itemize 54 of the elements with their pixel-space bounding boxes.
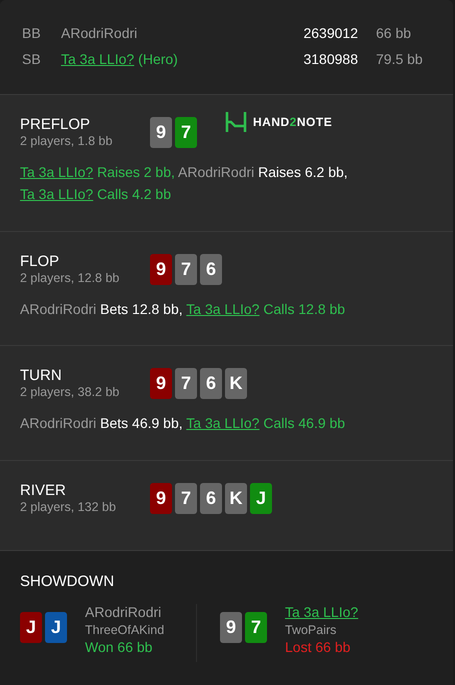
position-label: SB bbox=[22, 50, 42, 68]
playing-card: K bbox=[225, 368, 247, 399]
player-link[interactable]: Ta 3a LLIo? bbox=[20, 164, 94, 180]
action-line: ARodriRodri Bets 46.9 bb, Ta 3a LLIo? Calls 46.9 bb bbox=[20, 414, 346, 433]
stack-value: 3180988 bbox=[302, 50, 358, 68]
playing-card: 7 bbox=[175, 254, 197, 285]
player-name: ARodriRodri bbox=[178, 164, 254, 180]
action-line: ARodriRodri Bets 12.8 bb, Ta 3a LLIo? Calls 12.8 bb bbox=[20, 300, 346, 319]
street-title: RIVER bbox=[20, 481, 67, 500]
playing-card: 6 bbox=[200, 368, 222, 399]
playing-card: 6 bbox=[200, 483, 222, 514]
street-subtitle: 2 players, 12.8 bb bbox=[20, 271, 120, 286]
street-subtitle: 2 players, 132 bb bbox=[20, 500, 117, 515]
playing-card: 7 bbox=[175, 483, 197, 514]
result-text: Won 66 bb bbox=[85, 638, 154, 656]
street-subtitle: 2 players, 1.8 bb bbox=[20, 134, 114, 149]
street-title: FLOP bbox=[20, 252, 60, 271]
hand-rank: ThreeOfAKind bbox=[85, 622, 164, 638]
playing-card: 7 bbox=[245, 612, 267, 642]
position-label: BB bbox=[22, 24, 42, 42]
hand-rank: TwoPairs bbox=[285, 622, 338, 638]
stack-bb: 79.5 bb bbox=[375, 50, 424, 68]
action-line: Ta 3a LLIo? Raises 2 bb, ARodriRodri Raises 6.2 bb, Ta 3a LLIo? Calls 4.2 bb bbox=[20, 163, 349, 204]
player-link[interactable]: Ta 3a LLIo? bbox=[186, 415, 260, 431]
playing-card: J bbox=[20, 612, 42, 642]
street-title: PREFLOP bbox=[20, 115, 92, 134]
player-link[interactable]: Ta 3a LLIo? bbox=[186, 301, 260, 317]
player-link[interactable]: Ta 3a LLIo? bbox=[285, 604, 358, 620]
playing-card: 9 bbox=[150, 254, 172, 285]
playing-card: 6 bbox=[200, 254, 222, 285]
street-subtitle: 2 players, 38.2 bb bbox=[20, 385, 120, 400]
player-name: ARodriRodri bbox=[61, 24, 138, 42]
player-name: ARodriRodri bbox=[20, 301, 96, 317]
stack-value: 2639012 bbox=[302, 24, 358, 42]
street-title: TURN bbox=[20, 366, 63, 385]
logo-text: HAND2NOTE bbox=[253, 114, 332, 131]
playing-card: J bbox=[45, 612, 67, 642]
playing-card: 7 bbox=[175, 117, 197, 148]
playing-card: 9 bbox=[150, 368, 172, 399]
hero-label: (Hero) bbox=[138, 50, 178, 69]
playing-card: 9 bbox=[150, 117, 172, 148]
playing-card: J bbox=[250, 483, 272, 514]
playing-card: K bbox=[225, 483, 247, 514]
playing-card: 7 bbox=[175, 368, 197, 399]
stack-bb: 66 bb bbox=[375, 24, 412, 42]
player-link[interactable]: Ta 3a LLIo? bbox=[61, 48, 134, 70]
player-name: ARodriRodri bbox=[20, 415, 96, 431]
result-text: Lost 66 bb bbox=[285, 638, 352, 656]
logo-icon bbox=[225, 111, 247, 133]
playing-card: 9 bbox=[150, 483, 172, 514]
playing-card: 9 bbox=[220, 612, 242, 642]
player-name: ARodriRodri bbox=[85, 604, 162, 620]
player-link[interactable]: Ta 3a LLIo? bbox=[20, 186, 94, 202]
showdown-title: SHOWDOWN bbox=[20, 572, 116, 592]
